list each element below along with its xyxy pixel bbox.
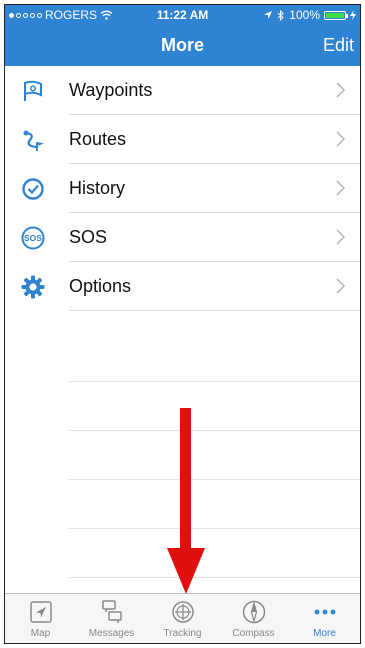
menu-item-label: Waypoints bbox=[69, 80, 153, 100]
page-title: More bbox=[160, 35, 204, 55]
route-icon bbox=[23, 130, 44, 151]
navigation-bar: More Edit bbox=[5, 25, 360, 66]
tab-label: Messages bbox=[88, 628, 135, 639]
tab-label: More bbox=[313, 628, 336, 639]
red-arrow-annotation-icon bbox=[167, 408, 205, 594]
menu-item-sos[interactable]: SOS SOS bbox=[5, 213, 360, 262]
menu-item-options[interactable]: Options bbox=[5, 262, 360, 311]
chevron-right-icon bbox=[336, 229, 346, 245]
empty-row-divider bbox=[69, 528, 360, 529]
menu-item-label: Routes bbox=[69, 129, 127, 149]
menu-item-routes[interactable]: Routes bbox=[5, 115, 360, 164]
chevron-right-icon bbox=[336, 278, 346, 294]
edit-button[interactable]: Edit bbox=[323, 35, 354, 56]
status-right: 100% bbox=[263, 8, 356, 22]
svg-text:SOS: SOS bbox=[24, 233, 42, 243]
tracking-crosshair-icon bbox=[171, 601, 194, 623]
menu-item-label: SOS bbox=[69, 227, 108, 247]
tab-messages[interactable]: Messages bbox=[76, 594, 147, 643]
battery-percent: 100% bbox=[289, 8, 320, 22]
chevron-right-icon bbox=[336, 82, 346, 98]
tab-compass[interactable]: Compass bbox=[218, 594, 289, 643]
menu-item-label: History bbox=[69, 178, 126, 198]
empty-row-divider bbox=[69, 430, 360, 431]
empty-row-divider bbox=[69, 479, 360, 480]
tab-bar: Map Messages Tracking Compass More bbox=[5, 593, 360, 643]
menu-item-waypoints[interactable]: Waypoints bbox=[5, 66, 360, 115]
location-arrow-icon bbox=[264, 11, 273, 19]
empty-row-divider bbox=[69, 381, 360, 382]
empty-row-divider bbox=[69, 577, 360, 578]
chevron-right-icon bbox=[336, 131, 346, 147]
battery-icon bbox=[324, 10, 348, 20]
sos-icon: SOS bbox=[21, 226, 45, 250]
row-divider bbox=[69, 310, 360, 311]
waypoint-flag-icon bbox=[24, 80, 42, 101]
status-bar: ROGERS 11:22 AM 100% bbox=[5, 5, 360, 25]
bluetooth-icon bbox=[277, 9, 285, 21]
gear-icon bbox=[21, 275, 45, 299]
tab-label: Compass bbox=[232, 628, 275, 639]
more-dots-icon bbox=[314, 609, 335, 615]
charging-bolt-icon bbox=[350, 10, 356, 20]
menu-item-history[interactable]: History bbox=[5, 164, 360, 213]
messages-icon bbox=[101, 600, 122, 623]
tab-tracking[interactable]: Tracking bbox=[147, 594, 218, 643]
compass-icon bbox=[242, 600, 265, 624]
tab-map[interactable]: Map bbox=[5, 594, 76, 643]
chevron-right-icon bbox=[336, 180, 346, 196]
menu-item-label: Options bbox=[69, 276, 132, 296]
tab-label: Tracking bbox=[163, 628, 202, 639]
history-clock-icon bbox=[22, 178, 44, 200]
tab-more[interactable]: More bbox=[289, 594, 360, 643]
tab-label: Map bbox=[30, 628, 51, 639]
map-arrow-icon bbox=[29, 601, 52, 623]
more-menu-list: Waypoints Routes History SOS SOS Options bbox=[5, 66, 360, 311]
